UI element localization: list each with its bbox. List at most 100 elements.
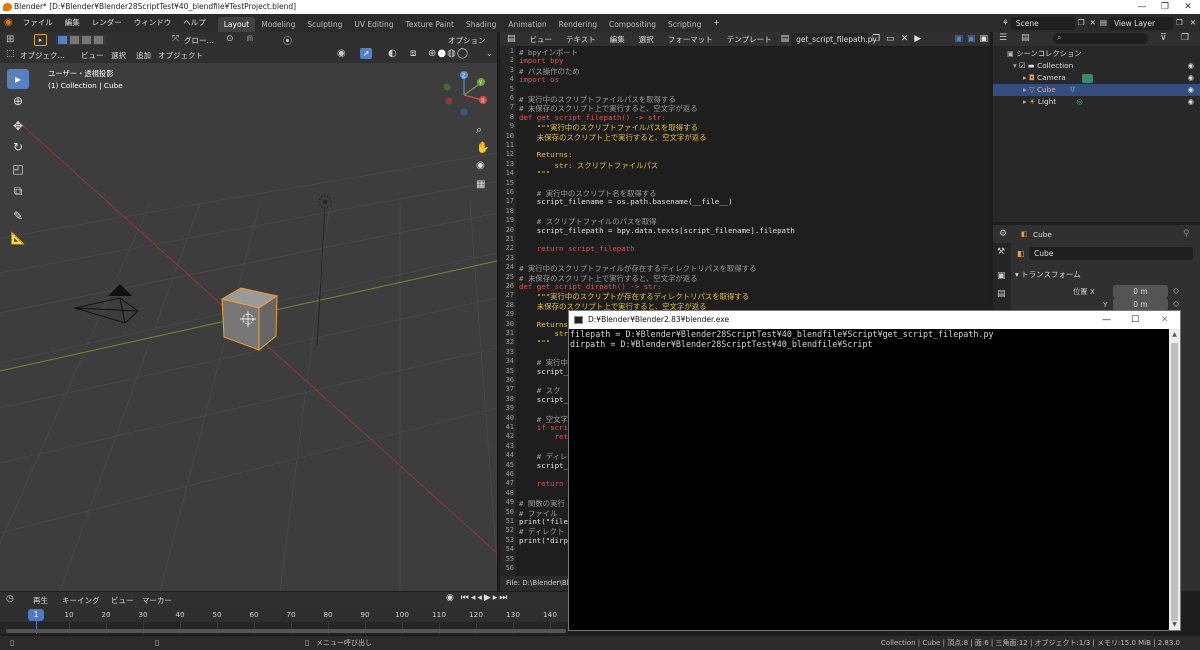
snap-icon[interactable]: ⋒	[246, 34, 254, 44]
playback-controls[interactable]: ◉ ⏮◂◂▶▸⏭	[446, 593, 509, 603]
tab-animation[interactable]: Animation	[502, 17, 552, 32]
blender-menu-icon[interactable]: ◉	[0, 14, 17, 32]
line-numbers-toggle-icon[interactable]: ▣	[952, 34, 965, 44]
move-tool-icon[interactable]: ✥	[7, 116, 29, 136]
editor-type-icon[interactable]: ⊞	[6, 34, 14, 45]
new-view-layer-icon[interactable]: ❐	[1173, 14, 1186, 32]
console-minimize-button[interactable]: —	[1102, 311, 1111, 329]
keyframe-icon[interactable]: ◇	[1173, 286, 1179, 295]
3d-viewport[interactable]: ユーザー・透視投影 (1) Collection | Cube ▸ ⊕ ✥ ↻ …	[0, 63, 497, 591]
te-menu-edit[interactable]: 編集	[603, 34, 632, 45]
outliner-search-input[interactable]: ⌕	[1053, 33, 1148, 44]
menu-file[interactable]: ファイル	[17, 14, 59, 32]
tab-texture-paint[interactable]: Texture Paint	[400, 17, 460, 32]
properties-type-icon[interactable]: ⚙	[999, 229, 1007, 239]
te-menu-format[interactable]: フォーマット	[661, 34, 720, 45]
expand-icon[interactable]: ▸	[1023, 97, 1027, 106]
console-close-button[interactable]: ✕	[1161, 311, 1169, 329]
visibility-eye-icon[interactable]: ◉	[1188, 84, 1194, 96]
tab-shading[interactable]: Shading	[460, 17, 502, 32]
console-window[interactable]: D:¥Blender¥Blender2.83¥blender.exe — ☐ ✕…	[568, 310, 1181, 631]
options-dropdown[interactable]: オプション	[448, 35, 486, 46]
gizmo-toggle-icon[interactable]: ↗	[360, 48, 372, 59]
new-text-icon[interactable]: ❐	[869, 34, 883, 44]
select-box-icon[interactable]: ▸	[34, 34, 47, 46]
timeline-type-icon[interactable]: ◷	[6, 594, 14, 604]
light-data-icon[interactable]: ◎	[1076, 97, 1082, 106]
proportional-edit-icon[interactable]: ⦿	[283, 34, 292, 47]
camera-data-icon[interactable]	[1082, 73, 1094, 83]
menu-object[interactable]: オブジェクト	[158, 50, 203, 61]
expand-icon[interactable]: ▸	[1023, 85, 1027, 94]
outliner-row-camera[interactable]: ▸ ◘ Camera ◉	[993, 72, 1200, 84]
minimize-button[interactable]: —	[1132, 0, 1152, 14]
close-button[interactable]: ✕	[1178, 0, 1198, 14]
menu-edit[interactable]: 編集	[59, 14, 86, 32]
te-menu-text[interactable]: テキスト	[559, 34, 603, 45]
te-menu-templates[interactable]: テンプレート	[720, 34, 779, 45]
outliner-row-cube[interactable]: ▸ ▽ Cube ∇ ◉	[993, 84, 1200, 96]
menu-add[interactable]: 追加	[136, 50, 151, 61]
tl-menu-view[interactable]: ビュー	[111, 595, 134, 606]
text-editor-type-icon[interactable]: ▤	[500, 34, 523, 44]
menu-help[interactable]: ヘルプ	[177, 14, 212, 32]
tab-sculpting[interactable]: Sculpting	[301, 17, 348, 32]
xray-icon[interactable]: ⧈	[410, 48, 416, 59]
tl-menu-marker[interactable]: マーカー	[142, 595, 172, 606]
render-tab-icon[interactable]: ▣	[997, 271, 1006, 281]
tab-modeling[interactable]: Modeling	[255, 17, 301, 32]
te-menu-view[interactable]: ビュー	[523, 34, 560, 45]
maximize-button[interactable]: ❐	[1155, 0, 1175, 14]
shading-mode-buttons[interactable]: ⊕●◍◯	[428, 48, 469, 59]
new-scene-icon[interactable]: ❐	[1075, 14, 1088, 32]
visibility-eye-icon[interactable]: ◉	[1188, 72, 1194, 84]
outliner-row-light[interactable]: ▸ ☀ Light ◎ ◉	[993, 96, 1200, 108]
scene-collection-row[interactable]: ▣ シーンコレクション	[993, 48, 1200, 60]
cube-object[interactable]	[215, 285, 285, 355]
camera-object[interactable]	[70, 278, 145, 328]
close-scene-icon[interactable]: ✕	[1088, 14, 1098, 32]
timeline[interactable]: 10 20 30 40 50 60 70 80 90 100 110 120 130 140 1	[0, 608, 568, 634]
shading-options-icon[interactable]: ⌄	[486, 49, 493, 58]
visibility-eye-icon[interactable]: ◉	[1188, 96, 1194, 108]
menu-render[interactable]: レンダー	[86, 14, 128, 32]
select-mode-buttons[interactable]	[56, 35, 106, 45]
add-workspace-button[interactable]: +	[707, 14, 725, 32]
tl-menu-playback[interactable]: 再生	[33, 595, 48, 606]
location-x-field[interactable]: 0 m	[1113, 285, 1168, 298]
menu-select[interactable]: 選択	[111, 50, 126, 61]
current-frame-indicator[interactable]: 1	[28, 609, 44, 621]
expand-icon[interactable]: ▸	[1023, 73, 1027, 82]
outliner-row-collection[interactable]: ▾ ☑ ▬ Collection ◉	[993, 60, 1200, 72]
mode-selector[interactable]: オブジェク…	[20, 50, 65, 61]
object-name-field[interactable]: Cube	[1029, 247, 1193, 260]
menu-view[interactable]: ビュー	[81, 50, 104, 61]
navigation-gizmo[interactable]: Z Y X	[437, 68, 493, 118]
timeline-scrollbar[interactable]	[6, 629, 566, 633]
pin-icon[interactable]: ⚲	[1183, 229, 1190, 239]
transform-tool-icon[interactable]: ⧉	[7, 181, 29, 201]
outliner-type-icon[interactable]: ☰	[999, 33, 1007, 43]
light-object[interactable]	[312, 191, 342, 351]
cursor-tool-icon[interactable]: ⊕	[7, 91, 29, 111]
tab-layout[interactable]: Layout	[217, 16, 256, 32]
transform-panel-header[interactable]: ▾ トランスフォーム	[1015, 269, 1081, 280]
word-wrap-toggle-icon[interactable]: ▣	[965, 34, 978, 44]
annotate-tool-icon[interactable]: ✎	[7, 206, 29, 226]
pivot-icon[interactable]: ⊙	[226, 34, 234, 44]
mesh-data-icon[interactable]: ∇	[1070, 85, 1075, 94]
new-collection-icon[interactable]: ❐	[1181, 33, 1189, 43]
run-script-icon[interactable]: ▶	[911, 34, 924, 44]
pan-hand-icon[interactable]: ✋	[476, 141, 490, 154]
keyframe-icon[interactable]: ◇	[1173, 299, 1179, 308]
unlink-text-icon[interactable]: ✕	[898, 34, 912, 44]
scene-selector[interactable]: Scene	[1010, 16, 1075, 30]
te-menu-select[interactable]: 選択	[632, 34, 661, 45]
checkbox-icon[interactable]: ☑	[1019, 61, 1026, 70]
display-mode-icon[interactable]: ▤	[1021, 33, 1030, 43]
overlay-icon[interactable]: ◐	[388, 48, 397, 59]
tl-menu-keying[interactable]: キーイング	[62, 595, 100, 606]
close-view-layer-icon[interactable]: ✕	[1186, 14, 1200, 32]
rotate-tool-icon[interactable]: ↻	[7, 137, 29, 157]
console-scrollbar[interactable]: ▲ ▼	[1169, 329, 1180, 630]
